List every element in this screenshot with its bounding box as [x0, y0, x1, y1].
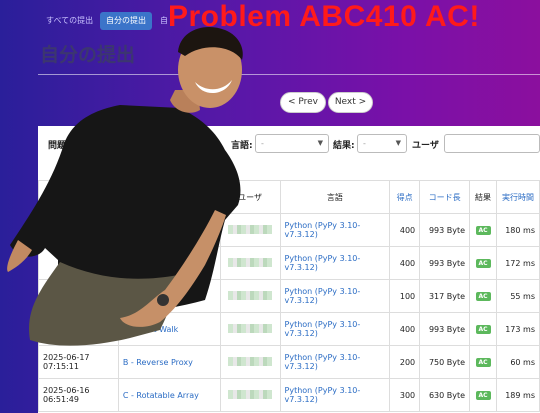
cell-result: AC [469, 213, 498, 247]
cell-language[interactable]: Python (PyPy 3.10-v7.3.12) [279, 279, 391, 313]
cell-score: 300 [389, 378, 421, 412]
cell-language[interactable]: Python (PyPy 3.10-v7.3.12) [279, 213, 391, 247]
status-badge: AC [475, 391, 491, 400]
col-code-length[interactable]: コード長 [419, 180, 471, 214]
prev-button[interactable]: < Prev [280, 92, 326, 113]
cell-language[interactable]: Python (PyPy 3.10-v7.3.12) [279, 246, 391, 280]
result-select-value: - [363, 139, 366, 148]
cell-result: AC [469, 345, 498, 379]
col-score[interactable]: 得点 [389, 180, 421, 214]
cell-exec-time: 189 ms [496, 378, 540, 412]
language-select[interactable]: - ▼ [255, 134, 329, 153]
result-select[interactable]: - ▼ [357, 134, 407, 153]
cell-language[interactable]: Python (PyPy 3.10-v7.3.12) [279, 378, 391, 412]
col-language: 言語 [279, 180, 391, 214]
status-badge: AC [475, 259, 491, 268]
cell-score: 400 [389, 312, 421, 346]
cell-exec-time: 172 ms [496, 246, 540, 280]
next-button[interactable]: Next > [328, 92, 373, 113]
cell-code-length: 993 Byte [419, 213, 471, 247]
cell-exec-time: 60 ms [496, 345, 540, 379]
overlay-title: Problem ABC410 AC! [168, 0, 480, 33]
col-exec-time[interactable]: 実行時間 [496, 180, 540, 214]
result-filter-label: 結果: [333, 141, 355, 151]
cell-code-length: 317 Byte [419, 279, 471, 313]
cell-code-length: 750 Byte [419, 345, 471, 379]
user-input[interactable] [444, 134, 540, 153]
status-badge: AC [475, 292, 491, 301]
status-badge: AC [475, 226, 491, 235]
cell-result: AC [469, 246, 498, 280]
cell-exec-time: 173 ms [496, 312, 540, 346]
cell-score: 400 [389, 213, 421, 247]
cell-result: AC [469, 312, 498, 346]
status-badge: AC [475, 358, 491, 367]
col-result: 結果 [469, 180, 498, 214]
caret-down-icon: ▼ [317, 139, 323, 147]
cell-language[interactable]: Python (PyPy 3.10-v7.3.12) [279, 345, 391, 379]
cell-score: 200 [389, 345, 421, 379]
cell-exec-time: 180 ms [496, 213, 540, 247]
cell-result: AC [469, 378, 498, 412]
caret-down-icon: ▼ [395, 139, 401, 147]
language-select-value: - [261, 139, 264, 148]
cell-result: AC [469, 279, 498, 313]
cell-exec-time: 55 ms [496, 279, 540, 313]
cell-code-length: 630 Byte [419, 378, 471, 412]
cell-score: 100 [389, 279, 421, 313]
cell-score: 400 [389, 246, 421, 280]
cell-code-length: 993 Byte [419, 246, 471, 280]
person-photo [7, 26, 243, 346]
cell-code-length: 993 Byte [419, 312, 471, 346]
status-badge: AC [475, 325, 491, 334]
user-filter-label: ユーザ [412, 141, 439, 151]
cell-language[interactable]: Python (PyPy 3.10-v7.3.12) [279, 312, 391, 346]
